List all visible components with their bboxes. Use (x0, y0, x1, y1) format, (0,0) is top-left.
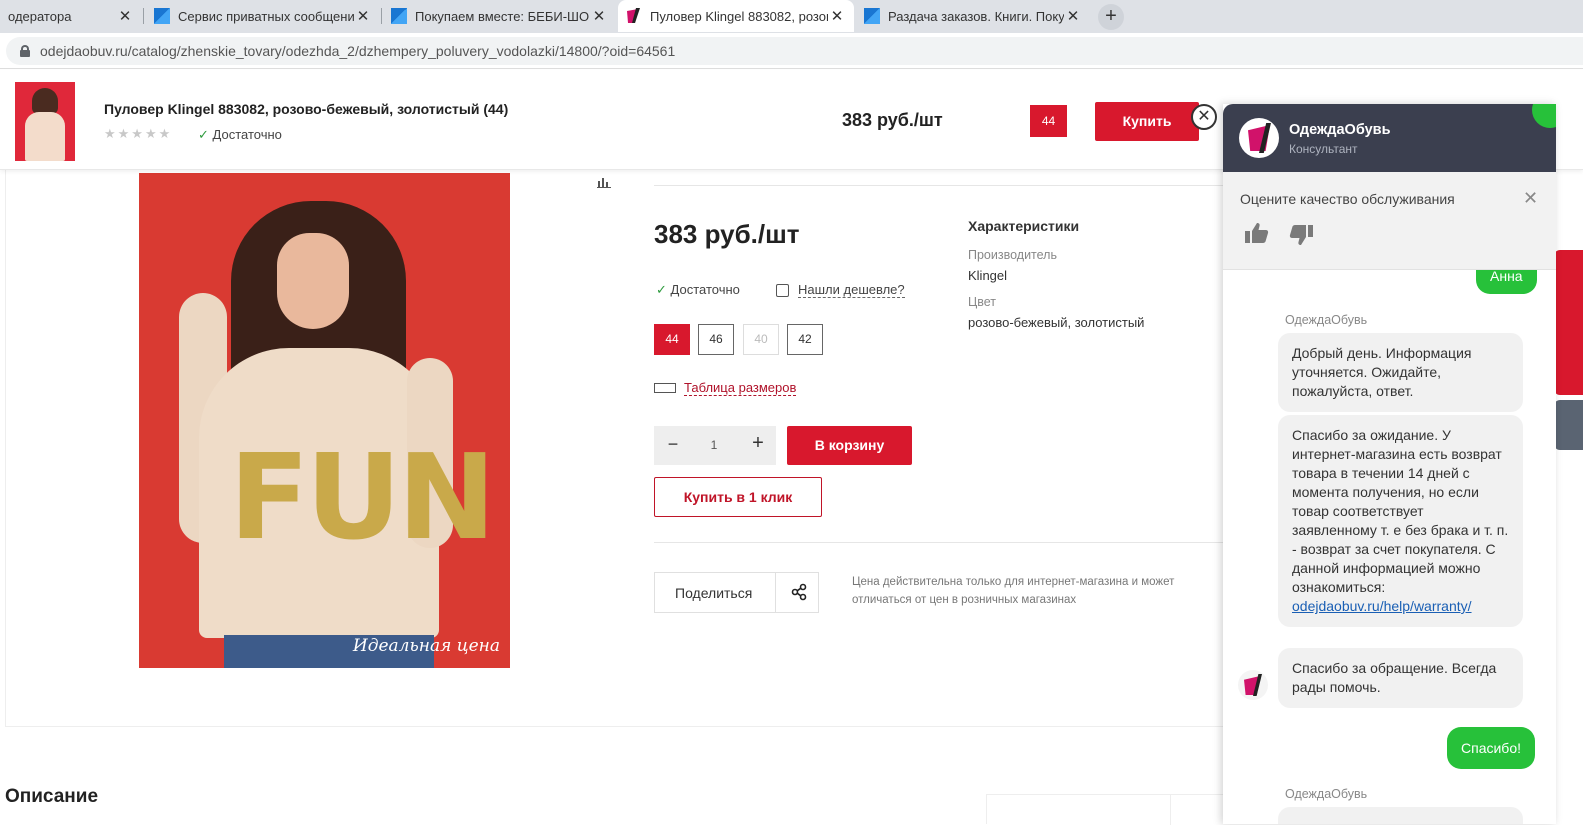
size-option-40: 40 (743, 324, 779, 355)
sticky-close-icon[interactable]: ✕ (1191, 104, 1217, 130)
tab-close-icon[interactable]: ✕ (1064, 7, 1082, 25)
price-note: Цена действительна только для интернет-м… (852, 576, 1175, 606)
tab-title: Пуловер Klingel 883082, розово (650, 8, 828, 24)
add-to-cart-button[interactable]: В корзину (787, 426, 912, 465)
operator-message-partial (1278, 807, 1523, 824)
thumbs-up-icon[interactable] (1245, 222, 1269, 250)
tab-close-icon[interactable]: ✕ (354, 7, 372, 25)
divider (654, 542, 1224, 543)
site-favicon-icon (154, 8, 170, 24)
color-label: Цвет (968, 295, 997, 309)
address-bar: odejdaobuv.ru/catalog/zhenskie_tovary/od… (0, 33, 1583, 69)
characteristics-heading: Характеристики (968, 218, 1080, 234)
new-tab-button[interactable]: + (1098, 4, 1124, 30)
found-cheaper-text[interactable]: Нашли дешевле? (798, 282, 905, 298)
chat-widget: ОдеждаОбувь Консультант Анна Оцените кач… (1223, 104, 1556, 824)
user-message: Спасибо! (1447, 727, 1535, 769)
ruler-icon (654, 383, 676, 393)
thumbs-down-icon[interactable] (1289, 224, 1313, 252)
product-photo[interactable]: FUN Идеальная цена (139, 173, 510, 668)
sticky-price: 383 руб./шт (842, 110, 943, 130)
warranty-link[interactable]: odejdaobuv.ru/help/warranty/ (1292, 598, 1472, 614)
size-table-text[interactable]: Таблица размеров (684, 380, 797, 396)
chat-consultant-name: ОдеждаОбувь (1289, 122, 1391, 138)
chat-header: ОдеждаОбувь Консультант (1223, 104, 1556, 172)
operator-message: Спасибо за обращение. Всегда рады помочь… (1278, 648, 1523, 708)
share-label: Поделиться (675, 585, 753, 601)
rating-close-icon[interactable]: ✕ (1523, 188, 1538, 209)
side-widgets[interactable] (1554, 250, 1583, 450)
browser-tab[interactable]: Сервис приватных сообщений ✕ (146, 0, 380, 32)
site-favicon-icon (391, 8, 407, 24)
sticky-size-badge[interactable]: 44 (1030, 105, 1067, 137)
stock-text: Достаточно (212, 127, 282, 142)
share-button[interactable]: Поделиться (654, 572, 819, 613)
sticky-product-title: Пуловер Klingel 883082, розово-бежевый, … (104, 101, 509, 117)
operator-message-text: Спасибо за ожидание. У интернет-магазина… (1292, 427, 1509, 595)
product-thumbnail[interactable] (15, 82, 75, 161)
sticky-stock-status: ✓ Достаточно (198, 127, 282, 143)
color-value: розово-бежевый, золотистый (968, 315, 1145, 330)
operator-message: Добрый день. Информация уточняется. Ожид… (1278, 333, 1523, 412)
product-price: 383 руб./шт (654, 219, 800, 249)
operator-message: Спасибо за ожидание. У интернет-магазина… (1278, 415, 1523, 627)
consultant-avatar (1239, 118, 1279, 158)
quantity-stepper: − 1 + (654, 426, 776, 465)
odejdaobuv-favicon-icon (626, 8, 642, 24)
site-favicon-icon (864, 8, 880, 24)
side-cart-widget[interactable] (1554, 250, 1583, 395)
tab-close-icon[interactable]: ✕ (828, 7, 846, 25)
chat-consultant-role: Консультант (1289, 142, 1358, 156)
browser-tab-strip: одератора ✕ Сервис приватных сообщений ✕… (0, 0, 1583, 33)
operator-avatar (1238, 670, 1268, 700)
share-icon[interactable] (789, 582, 809, 602)
tab-title: Сервис приватных сообщений (178, 8, 354, 24)
sticky-buy-button[interactable]: Купить (1095, 102, 1199, 141)
size-option-42[interactable]: 42 (787, 324, 823, 355)
quantity-decrease-button[interactable]: − (664, 434, 682, 455)
quantity-input[interactable]: 1 (704, 438, 724, 452)
side-compare-widget[interactable] (1554, 400, 1583, 450)
check-icon: ✓ (656, 282, 667, 297)
divider (654, 185, 1224, 186)
manufacturer-label: Производитель (968, 248, 1057, 262)
rating-panel: Оцените качество обслуживания ✕ (1223, 172, 1556, 270)
manufacturer-value: Klingel (968, 268, 1008, 283)
online-status-indicator (1532, 104, 1556, 128)
browser-tab[interactable]: Покупаем вместе: БЕБИ-ШОП ( ✕ (383, 0, 616, 32)
photo-watermark: Идеальная цена (352, 636, 500, 656)
size-option-46[interactable]: 46 (698, 324, 734, 355)
sweater-print-text: FUN (229, 428, 496, 566)
size-option-44[interactable]: 44 (654, 324, 690, 355)
size-table-link[interactable]: Таблица размеров (654, 380, 797, 396)
operator-name: ОдеждаОбувь (1285, 787, 1368, 801)
check-icon: ✓ (198, 127, 209, 142)
rating-question: Оцените качество обслуживания (1240, 191, 1455, 207)
quantity-increase-button[interactable]: + (748, 432, 768, 455)
description-tabs-box (986, 794, 1226, 825)
tab-close-icon[interactable]: ✕ (116, 7, 134, 25)
bar-chart-icon[interactable] (597, 176, 611, 191)
lock-icon (20, 45, 30, 57)
buy-one-click-button[interactable]: Купить в 1 клик (654, 477, 822, 517)
browser-tab[interactable]: Раздача заказов. Книги. Покупа ✕ (856, 0, 1090, 32)
found-cheaper-link[interactable]: Нашли дешевле? (776, 282, 905, 298)
tab-title: Раздача заказов. Книги. Покупа (888, 8, 1064, 24)
tab-title: одератора (8, 8, 72, 24)
url-text: odejdaobuv.ru/catalog/zhenskie_tovary/od… (40, 43, 676, 59)
tab-close-icon[interactable]: ✕ (590, 7, 608, 25)
stock-status: ✓ Достаточно (656, 282, 740, 298)
browser-tab[interactable]: одератора ✕ (0, 0, 142, 32)
receipt-icon (776, 283, 789, 297)
description-heading: Описание (5, 786, 99, 807)
stock-text: Достаточно (670, 282, 740, 297)
operator-name: ОдеждаОбувь (1285, 313, 1368, 327)
browser-tab-active[interactable]: Пуловер Klingel 883082, розово ✕ (618, 0, 854, 32)
url-input[interactable]: odejdaobuv.ru/catalog/zhenskie_tovary/od… (6, 37, 1583, 65)
rating-stars[interactable]: ★★★★★ (104, 126, 172, 142)
tab-title: Покупаем вместе: БЕБИ-ШОП ( (415, 8, 590, 24)
